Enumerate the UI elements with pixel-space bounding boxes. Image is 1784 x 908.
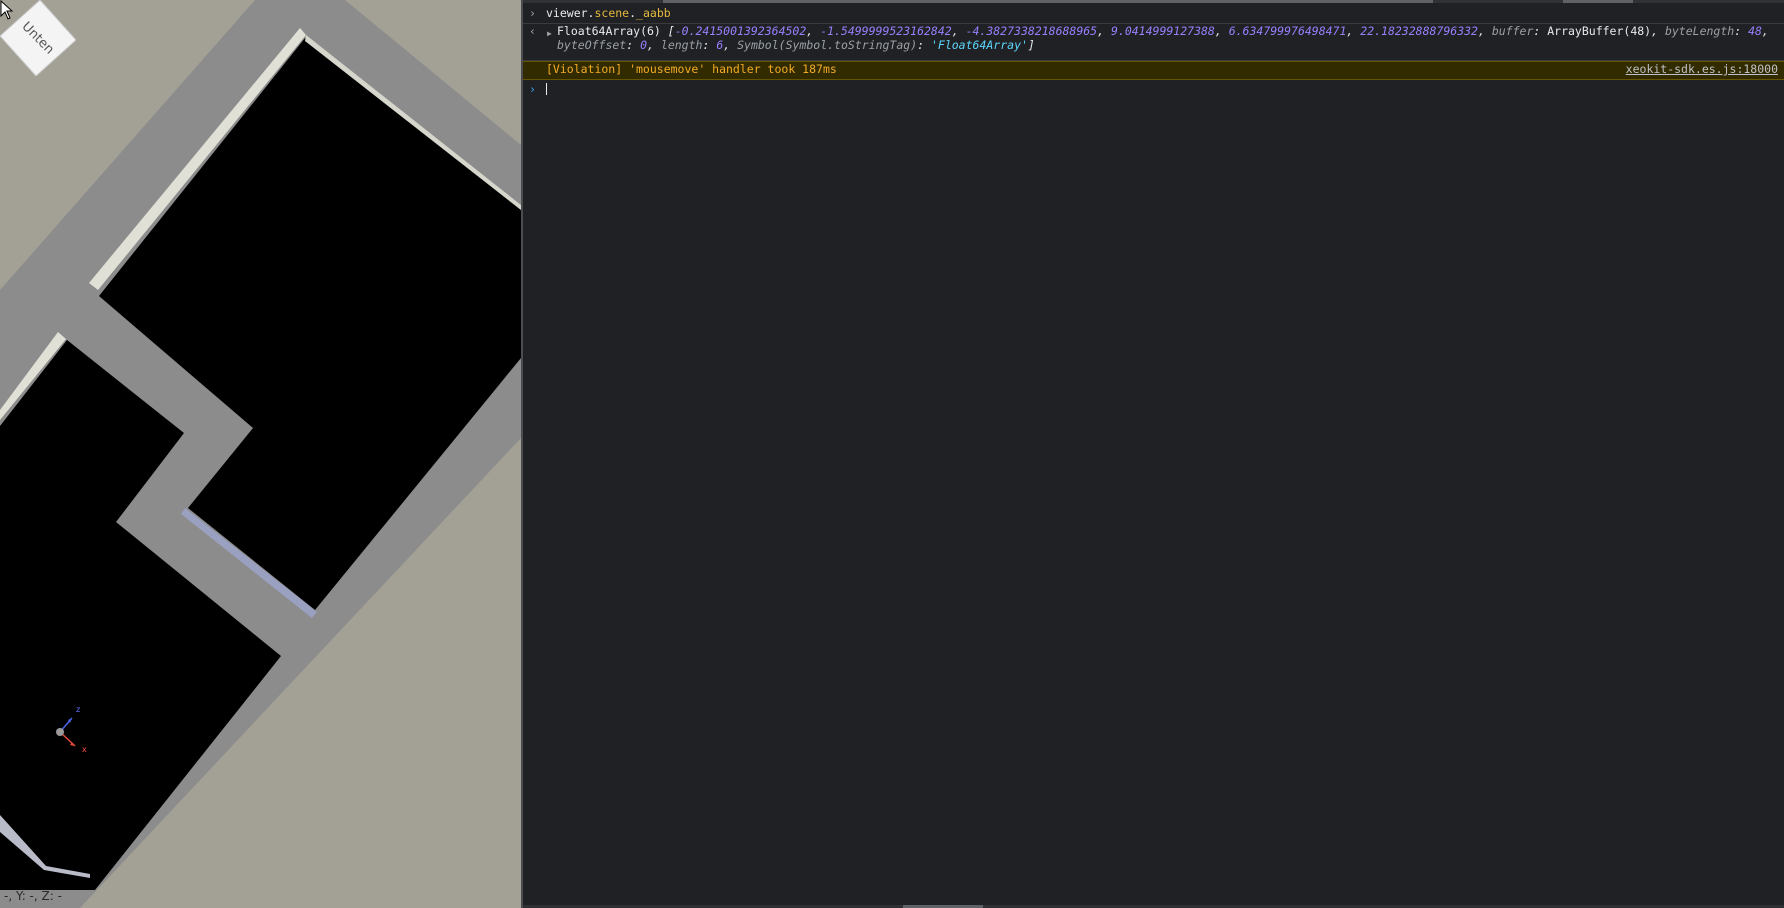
console-warning-entry[interactable]: [Violation] 'mousemove' handler took 187… [523, 61, 1784, 80]
prompt-chevron-icon: › [529, 82, 536, 96]
console-input-entry[interactable]: › viewer.scene._aabb [523, 6, 1784, 24]
axis-x-label: x [82, 745, 87, 754]
console-input-text[interactable]: viewer.scene._aabb [546, 6, 1778, 20]
warning-text: [Violation] 'mousemove' handler took 187… [546, 62, 837, 76]
result-value[interactable]: Float64Array(6) [-0.2415001392364502, -1… [557, 24, 1778, 52]
warning-source-link[interactable]: xeokit-sdk.es.js:18000 [1626, 62, 1778, 76]
input-chevron-icon: › [529, 6, 536, 20]
console-prompt[interactable]: › [523, 82, 1784, 98]
result-arrow-icon: ‹ [529, 24, 536, 38]
expand-triangle-icon[interactable]: ▶ [547, 27, 552, 41]
axis-gizmo-icon: z x [56, 705, 87, 754]
3d-viewport[interactable]: z x Unten -, Y: -, Z: - [0, 0, 521, 908]
axis-z-label: z [76, 705, 80, 714]
text-caret [546, 83, 547, 95]
console-result-entry[interactable]: ‹ ▶ Float64Array(6) [-0.2415001392364502… [523, 24, 1784, 61]
console-toolbar [523, 0, 1784, 3]
navcube-icon[interactable]: Unten [0, 0, 76, 76]
devtools-console[interactable]: › viewer.scene._aabb ‹ ▶ Float64Array(6)… [523, 0, 1784, 908]
coordinate-readout: -, Y: -, Z: - [4, 889, 62, 903]
building-floorplan-render [0, 0, 521, 908]
